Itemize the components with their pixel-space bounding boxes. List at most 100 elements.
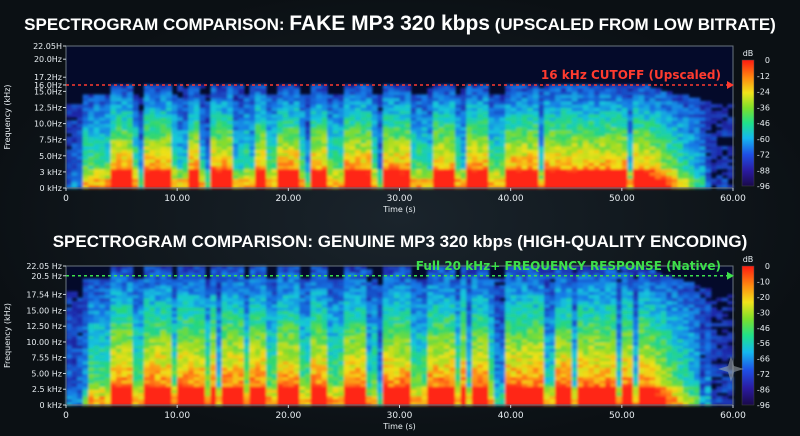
spectrogram-cell: [299, 100, 306, 105]
spectrogram-cell: [594, 149, 601, 154]
spectrogram-cell: [532, 88, 540, 92]
spectrogram-cell: [399, 100, 406, 105]
spectrogram-cell: [99, 113, 106, 118]
spectrogram-cell: [421, 123, 428, 128]
spectrogram-cell: [160, 159, 167, 163]
spectrogram-cell: [93, 278, 100, 283]
spectrogram-cell: [638, 149, 645, 154]
spectrogram-cell: [349, 88, 356, 92]
spectrogram-cell: [499, 94, 506, 99]
spectrogram-cell: [121, 100, 128, 105]
spectrogram-cell: [193, 88, 200, 92]
spectrogram-cell: [505, 113, 512, 118]
spectrogram-cell: [516, 159, 523, 163]
spectrogram-cell: [332, 94, 339, 99]
spectrogram-cell: [221, 100, 228, 105]
spectrogram-cell: [449, 100, 456, 105]
spectrogram-cell: [249, 100, 256, 105]
spectrogram-cell: [349, 136, 356, 141]
spectrogram-cell: [432, 159, 440, 163]
spectrogram-cell: [343, 88, 351, 92]
spectrogram-cell: [293, 88, 301, 92]
spectrogram-cell: [699, 113, 706, 118]
spectrogram-cell: [516, 88, 523, 92]
spectrogram-cell: [660, 171, 667, 176]
spectrogram-cell: [460, 171, 467, 176]
spectrogram-cell: [293, 113, 301, 118]
spectrogram-cell: [221, 159, 228, 163]
spectrogram-cell: [210, 266, 217, 270]
spectrogram-cell: [104, 159, 112, 163]
spectrogram-cell: [494, 171, 501, 176]
spectrogram-cell: [366, 88, 373, 92]
spectrogram-cell: [449, 88, 456, 92]
spectrogram-cell: [644, 149, 651, 154]
spectrogram-cell: [477, 88, 484, 92]
spectrogram-cell: [666, 159, 673, 163]
spectrogram-cell: [232, 159, 239, 163]
spectrogram-cell: [216, 266, 223, 270]
spectrogram-cell: [149, 149, 156, 154]
spectrogram-cell: [660, 159, 667, 163]
spectrogram-cell: [694, 100, 701, 105]
spectrogram-cell: [349, 149, 356, 154]
spectrogram-cell: [310, 100, 317, 105]
spectrogram-cell: [271, 159, 278, 163]
spectrogram-cell: [499, 136, 506, 141]
spectrogram-cell: [288, 159, 295, 163]
spectrogram-cell: [555, 123, 562, 128]
spectrogram-cell: [677, 94, 684, 99]
spectrogram-cell: [82, 113, 89, 118]
spectrogram-cell: [138, 123, 145, 128]
spectrogram-cell: [366, 149, 373, 154]
spectrogram-cell: [527, 159, 534, 163]
spectrogram-cell: [577, 88, 584, 92]
spectrogram-cell: [104, 123, 112, 128]
spectrogram-cell: [221, 88, 228, 92]
spectrogram-cell: [544, 88, 551, 92]
spectrogram-cell: [671, 136, 679, 141]
spectrogram-cell: [438, 171, 445, 176]
spectrogram-cell: [99, 278, 106, 283]
spectrogram-cell: [599, 100, 606, 105]
spectrogram-cell: [127, 88, 134, 92]
spectrogram-cell: [271, 113, 278, 118]
spectrogram-cell: [632, 113, 640, 118]
spectrogram-cell: [410, 94, 417, 99]
spectrogram-cell: [71, 171, 78, 176]
spectrogram-cell: [327, 149, 334, 154]
spectrogram-cell: [88, 149, 95, 154]
spectrogram-cell: [649, 149, 656, 154]
spectrogram-cell: [255, 100, 262, 105]
spectrogram-cell: [171, 136, 178, 141]
spectrogram-cell: [427, 171, 434, 176]
spectrogram-cell: [77, 149, 84, 154]
spectrogram-cell: [143, 171, 150, 176]
spectrogram-cell: [377, 159, 384, 163]
spectrogram-cell: [482, 136, 490, 141]
spectrogram-cell: [299, 149, 306, 154]
spectrogram-cell: [610, 113, 617, 118]
spectrogram-cell: [343, 159, 351, 163]
spectrogram-cell: [655, 113, 662, 118]
spectrogram-cell: [71, 120, 78, 124]
spectrogram-cell: [705, 159, 712, 163]
spectrogram-cell: [510, 149, 517, 154]
spectrogram-cell: [343, 123, 351, 128]
spectrogram-cell: [321, 159, 328, 163]
spectrogram-cell: [599, 171, 606, 176]
spectrogram-cell: [382, 123, 389, 128]
spectrogram-cell: [588, 123, 595, 128]
spectrogram-cell: [482, 113, 490, 118]
colorbar-tick-label: 0: [765, 56, 770, 65]
spectrogram-cell: [460, 159, 467, 163]
spectrogram-cell: [466, 149, 473, 154]
spectrogram-cell: [482, 100, 490, 105]
spectrogram-cell: [399, 171, 406, 176]
spectrogram-cell: [327, 171, 334, 176]
spectrogram-cell: [166, 88, 173, 92]
spectrogram-cell: [444, 88, 451, 92]
spectrogram-cell: [166, 136, 173, 141]
spectrogram-cell: [143, 149, 150, 154]
colorbar-tick-label: -36: [757, 103, 770, 112]
